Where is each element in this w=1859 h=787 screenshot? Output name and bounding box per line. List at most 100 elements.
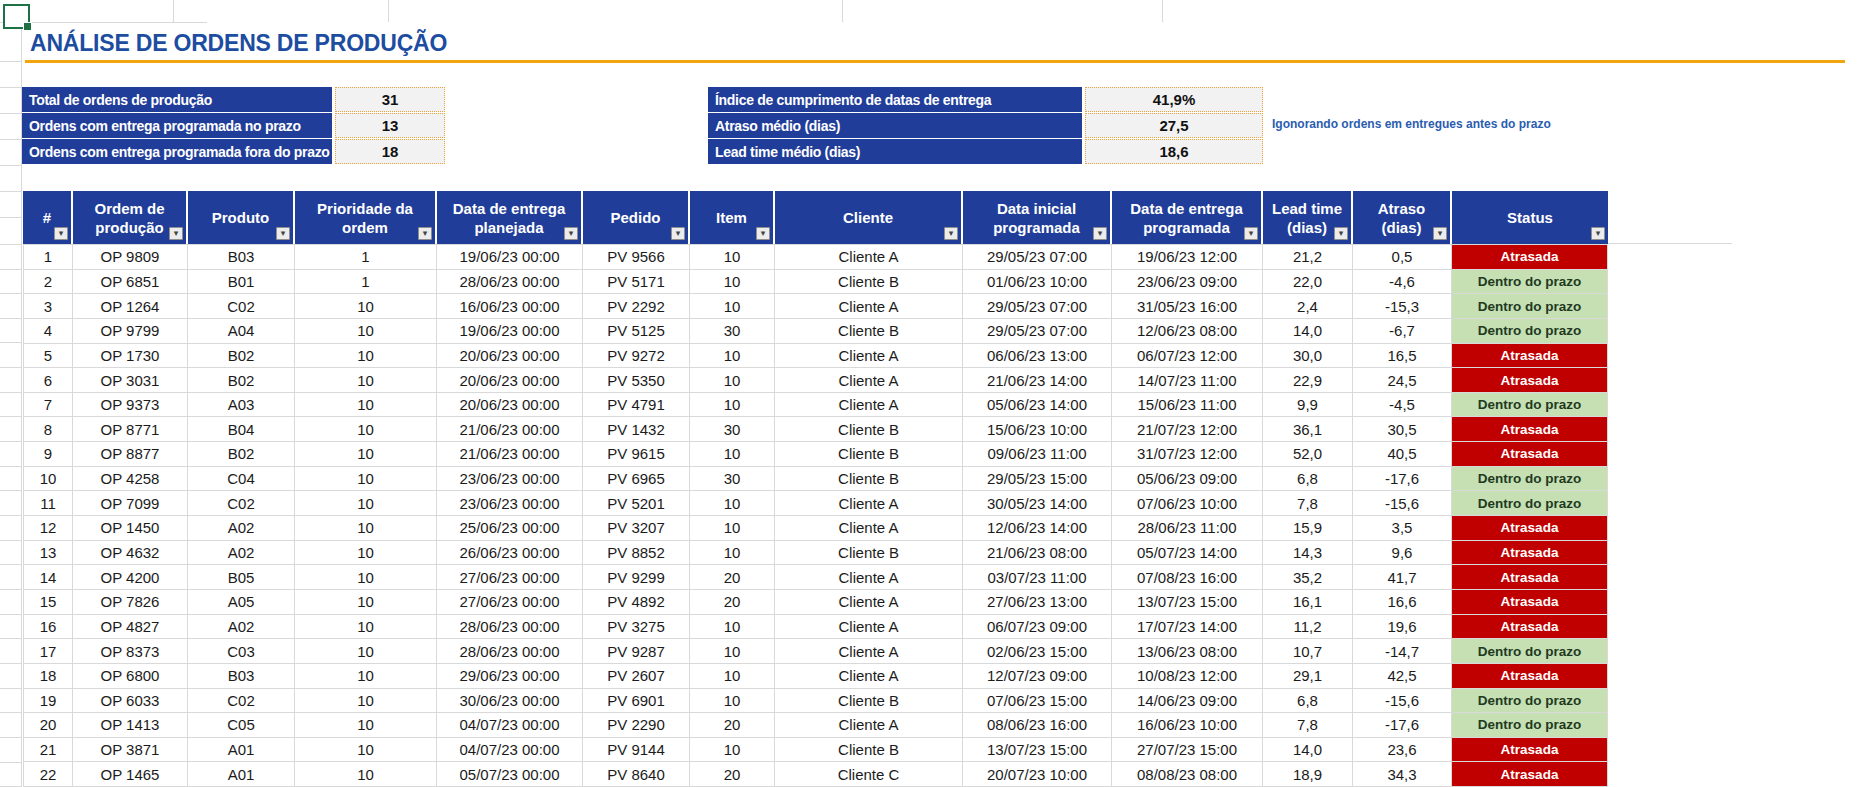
cell[interactable]: 10 bbox=[690, 738, 775, 762]
filter-dropdown-button[interactable]: ▾ bbox=[944, 227, 958, 240]
cell[interactable]: PV 5171 bbox=[583, 270, 690, 294]
cell[interactable]: 13/06/23 08:00 bbox=[1112, 639, 1263, 663]
cell[interactable]: Cliente A bbox=[775, 294, 963, 318]
cell[interactable]: 14/06/23 09:00 bbox=[1112, 689, 1263, 713]
cell[interactable]: PV 4791 bbox=[583, 393, 690, 417]
cell[interactable]: 4 bbox=[23, 319, 73, 343]
cell[interactable]: 16,5 bbox=[1353, 344, 1452, 368]
cell[interactable]: 20 bbox=[690, 713, 775, 737]
cell[interactable]: B01 bbox=[188, 270, 295, 294]
cell[interactable]: 2 bbox=[23, 270, 73, 294]
cell[interactable]: 16 bbox=[23, 615, 73, 639]
cell[interactable]: B02 bbox=[188, 442, 295, 466]
cell[interactable]: OP 6851 bbox=[73, 270, 188, 294]
cell[interactable]: 04/07/23 00:00 bbox=[437, 713, 583, 737]
status-cell[interactable]: Dentro do prazo bbox=[1452, 713, 1608, 737]
cell[interactable]: 9,6 bbox=[1353, 541, 1452, 565]
cell[interactable]: C05 bbox=[188, 713, 295, 737]
cell[interactable]: PV 9566 bbox=[583, 245, 690, 269]
filter-dropdown-button[interactable]: ▾ bbox=[418, 227, 432, 240]
cell[interactable]: 28/06/23 00:00 bbox=[437, 639, 583, 663]
cell[interactable]: Cliente B bbox=[775, 442, 963, 466]
cell[interactable]: Cliente A bbox=[775, 491, 963, 515]
cell[interactable]: PV 9615 bbox=[583, 442, 690, 466]
cell[interactable]: PV 2290 bbox=[583, 713, 690, 737]
filter-dropdown-button[interactable]: ▾ bbox=[756, 227, 770, 240]
cell[interactable]: Cliente A bbox=[775, 713, 963, 737]
cell[interactable]: PV 3207 bbox=[583, 516, 690, 540]
cell[interactable]: 7 bbox=[23, 393, 73, 417]
cell[interactable]: 10 bbox=[295, 689, 437, 713]
cell[interactable]: 10 bbox=[295, 590, 437, 614]
column-header-6[interactable]: Pedido▾ bbox=[583, 191, 690, 244]
status-cell[interactable]: Dentro do prazo bbox=[1452, 639, 1608, 663]
cell[interactable]: 10,7 bbox=[1263, 639, 1353, 663]
cell[interactable]: -6,7 bbox=[1353, 319, 1452, 343]
cell[interactable]: Cliente B bbox=[775, 541, 963, 565]
cell[interactable]: 19/06/23 00:00 bbox=[437, 319, 583, 343]
cell[interactable]: 14,0 bbox=[1263, 319, 1353, 343]
cell[interactable]: OP 9373 bbox=[73, 393, 188, 417]
cell[interactable]: 10 bbox=[295, 294, 437, 318]
status-cell[interactable]: Atrasada bbox=[1452, 516, 1608, 540]
cell[interactable]: OP 6800 bbox=[73, 664, 188, 688]
cell[interactable]: 16/06/23 10:00 bbox=[1112, 713, 1263, 737]
cell[interactable]: Cliente B bbox=[775, 689, 963, 713]
cell[interactable]: 28/06/23 11:00 bbox=[1112, 516, 1263, 540]
cell[interactable]: 52,0 bbox=[1263, 442, 1353, 466]
cell[interactable]: 0,5 bbox=[1353, 245, 1452, 269]
cell[interactable]: 05/07/23 14:00 bbox=[1112, 541, 1263, 565]
status-cell[interactable]: Atrasada bbox=[1452, 541, 1608, 565]
status-cell[interactable]: Atrasada bbox=[1452, 565, 1608, 589]
cell[interactable]: 07/08/23 16:00 bbox=[1112, 565, 1263, 589]
cell[interactable]: 10 bbox=[690, 516, 775, 540]
cell[interactable]: 10 bbox=[690, 368, 775, 392]
cell[interactable]: 27/06/23 00:00 bbox=[437, 565, 583, 589]
cell[interactable]: 14,3 bbox=[1263, 541, 1353, 565]
cell[interactable]: 10 bbox=[295, 565, 437, 589]
cell[interactable]: 03/07/23 11:00 bbox=[963, 565, 1112, 589]
cell[interactable]: 14/07/23 11:00 bbox=[1112, 368, 1263, 392]
status-cell[interactable]: Dentro do prazo bbox=[1452, 689, 1608, 713]
cell[interactable]: A02 bbox=[188, 615, 295, 639]
summary-right-value[interactable]: 27,5 bbox=[1085, 113, 1263, 138]
cell[interactable]: 08/08/23 08:00 bbox=[1112, 762, 1263, 786]
filter-dropdown-button[interactable]: ▾ bbox=[1244, 227, 1258, 240]
filter-dropdown-button[interactable]: ▾ bbox=[276, 227, 290, 240]
cell[interactable]: 36,1 bbox=[1263, 417, 1353, 441]
cell[interactable]: PV 2292 bbox=[583, 294, 690, 318]
cell[interactable]: OP 3031 bbox=[73, 368, 188, 392]
cell[interactable]: 29/05/23 15:00 bbox=[963, 467, 1112, 491]
cell[interactable]: 10 bbox=[295, 344, 437, 368]
cell[interactable]: 5 bbox=[23, 344, 73, 368]
cell[interactable]: PV 5201 bbox=[583, 491, 690, 515]
cell[interactable]: 01/06/23 10:00 bbox=[963, 270, 1112, 294]
cell[interactable]: Cliente A bbox=[775, 664, 963, 688]
cell[interactable]: OP 9799 bbox=[73, 319, 188, 343]
cell[interactable]: 10 bbox=[295, 541, 437, 565]
cell[interactable]: 34,3 bbox=[1353, 762, 1452, 786]
cell[interactable]: 29/05/23 07:00 bbox=[963, 245, 1112, 269]
cell[interactable]: 04/07/23 00:00 bbox=[437, 738, 583, 762]
cell[interactable]: Cliente B bbox=[775, 319, 963, 343]
cell[interactable]: -4,6 bbox=[1353, 270, 1452, 294]
cell[interactable]: 18,9 bbox=[1263, 762, 1353, 786]
cell[interactable]: PV 9287 bbox=[583, 639, 690, 663]
status-cell[interactable]: Dentro do prazo bbox=[1452, 491, 1608, 515]
cell[interactable]: OP 6033 bbox=[73, 689, 188, 713]
cell[interactable]: C02 bbox=[188, 689, 295, 713]
status-cell[interactable]: Dentro do prazo bbox=[1452, 393, 1608, 417]
selected-cell-indicator[interactable] bbox=[3, 4, 30, 29]
cell[interactable]: 21,2 bbox=[1263, 245, 1353, 269]
cell[interactable]: A02 bbox=[188, 516, 295, 540]
summary-left-value[interactable]: 18 bbox=[335, 139, 445, 164]
cell[interactable]: 20/06/23 00:00 bbox=[437, 393, 583, 417]
cell[interactable]: 14,0 bbox=[1263, 738, 1353, 762]
cell[interactable]: 10 bbox=[690, 541, 775, 565]
column-header-4[interactable]: Prioridade da ordem▾ bbox=[295, 191, 437, 244]
cell[interactable]: 05/06/23 14:00 bbox=[963, 393, 1112, 417]
status-cell[interactable]: Atrasada bbox=[1452, 344, 1608, 368]
cell[interactable]: 10 bbox=[295, 738, 437, 762]
cell[interactable]: C03 bbox=[188, 639, 295, 663]
cell[interactable]: 30,0 bbox=[1263, 344, 1353, 368]
